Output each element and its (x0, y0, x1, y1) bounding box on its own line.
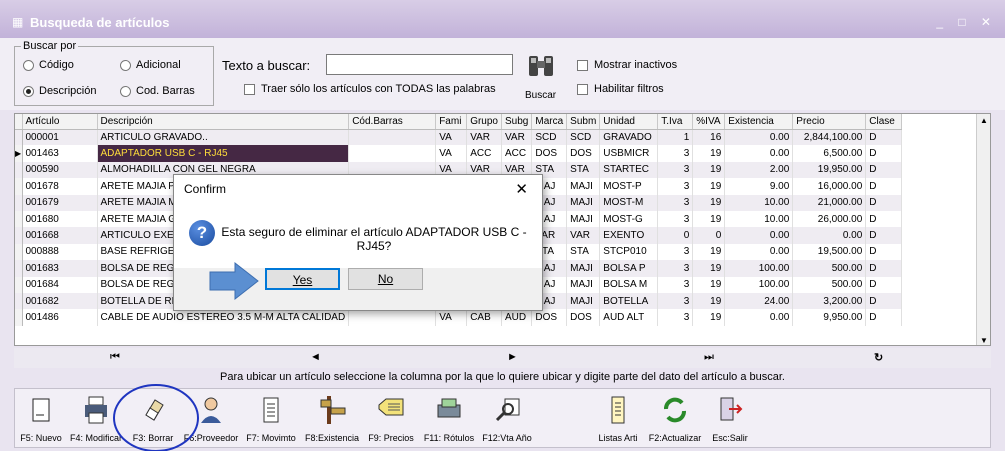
annotation-overlay (113, 261, 259, 451)
annotation-arrow (209, 261, 259, 301)
annotation-circle (113, 384, 199, 451)
